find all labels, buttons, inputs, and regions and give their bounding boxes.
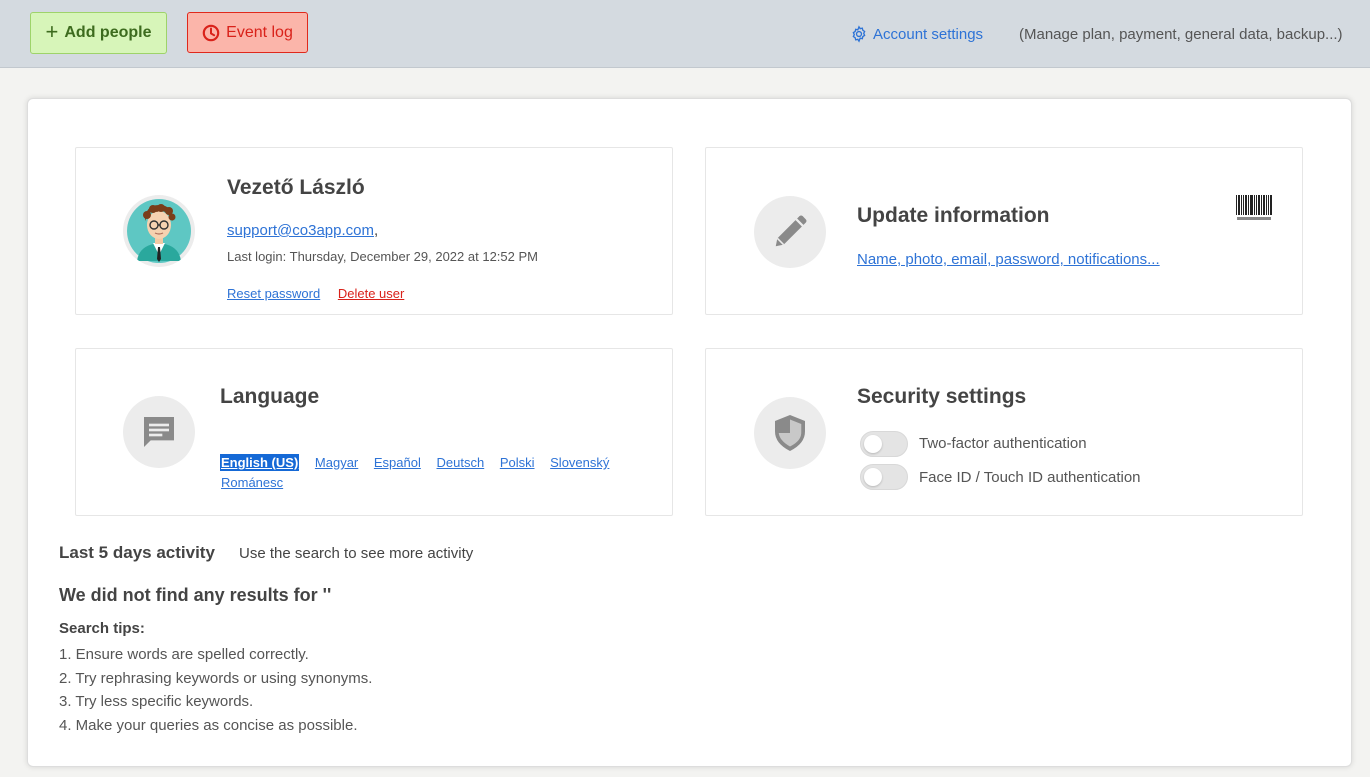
- add-people-button[interactable]: + Add people: [30, 12, 167, 54]
- activity-title: Last 5 days activity: [59, 543, 215, 562]
- account-settings-note: (Manage plan, payment, general data, bac…: [1019, 26, 1343, 43]
- main-card: Vezető László support@co3app.com, Last l…: [27, 98, 1352, 767]
- language-option-romanesc[interactable]: Románesc: [221, 475, 283, 490]
- search-tips-title: Search tips:: [59, 620, 145, 637]
- account-settings-label: Account settings: [873, 25, 984, 43]
- face-id-toggle[interactable]: [860, 464, 908, 490]
- language-option-english[interactable]: English (US): [220, 454, 300, 471]
- security-panel: Security settings Two-factor authenticat…: [705, 348, 1303, 516]
- search-tips-list: 1. Ensure words are spelled correctly. 2…: [59, 643, 372, 738]
- profile-panel: Vezető László support@co3app.com, Last l…: [75, 147, 673, 315]
- plus-icon: +: [45, 19, 59, 44]
- profile-email-link[interactable]: support@co3app.com: [227, 222, 374, 239]
- language-title: Language: [220, 385, 320, 408]
- reset-password-link[interactable]: Reset password: [227, 286, 320, 301]
- toggle-knob: [864, 435, 882, 453]
- update-circle: [754, 196, 826, 268]
- toggle-knob: [864, 468, 882, 486]
- language-circle: [123, 396, 195, 468]
- language-option-polski[interactable]: Polski: [500, 455, 535, 470]
- search-tip: 4. Make your queries as concise as possi…: [59, 717, 358, 735]
- update-info-panel[interactable]: Update information Name, photo, email, p…: [705, 147, 1303, 315]
- add-people-label: Add people: [64, 24, 152, 41]
- account-settings-link[interactable]: Account settings: [850, 24, 983, 44]
- profile-email-row: support@co3app.com,: [227, 222, 378, 239]
- pencil-icon: [775, 215, 807, 247]
- activity-hint: Use the search to see more activity: [239, 545, 474, 562]
- language-option-magyar[interactable]: Magyar: [315, 455, 358, 470]
- clock-icon: [202, 24, 220, 41]
- language-option-espanol[interactable]: Español: [374, 455, 421, 470]
- security-title: Security settings: [857, 385, 1027, 408]
- shield-icon: [775, 415, 805, 451]
- language-options: English (US) Magyar Español Deutsch Pols…: [220, 453, 640, 493]
- two-factor-label: Two-factor authentication: [919, 435, 1087, 452]
- two-factor-toggle[interactable]: [860, 431, 908, 457]
- event-log-label: Event log: [226, 23, 293, 41]
- no-results-message: We did not find any results for '': [59, 585, 332, 605]
- email-suffix: ,: [373, 222, 379, 239]
- avatar: [123, 195, 195, 267]
- search-tip: 1. Ensure words are spelled correctly.: [59, 646, 309, 663]
- top-toolbar: + Add people Event log Account settings …: [0, 0, 1370, 68]
- gear-icon: [852, 25, 866, 43]
- language-option-slovensky[interactable]: Slovenský: [550, 455, 609, 470]
- update-title: Update information: [857, 204, 1050, 227]
- search-tip: 2. Try rephrasing keywords or using syno…: [59, 669, 373, 687]
- profile-name: Vezető László: [227, 176, 365, 199]
- event-log-button[interactable]: Event log: [187, 12, 308, 53]
- update-info-link[interactable]: Name, photo, email, password, notificati…: [857, 251, 1160, 268]
- language-panel: Language English (US) Magyar Español Deu…: [75, 348, 673, 516]
- profile-actions: Reset password Delete user: [227, 286, 404, 301]
- security-circle: [754, 397, 826, 469]
- face-id-label: Face ID / Touch ID authentication: [919, 469, 1141, 486]
- last-login: Last login: Thursday, December 29, 2022 …: [227, 249, 538, 264]
- barcode-icon[interactable]: [1235, 195, 1273, 223]
- avatar-image: [127, 199, 191, 263]
- delete-user-link[interactable]: Delete user: [338, 286, 404, 301]
- chat-bubble-icon: [144, 417, 174, 447]
- search-tip: 3. Try less specific keywords.: [59, 693, 254, 711]
- language-option-deutsch[interactable]: Deutsch: [437, 455, 485, 470]
